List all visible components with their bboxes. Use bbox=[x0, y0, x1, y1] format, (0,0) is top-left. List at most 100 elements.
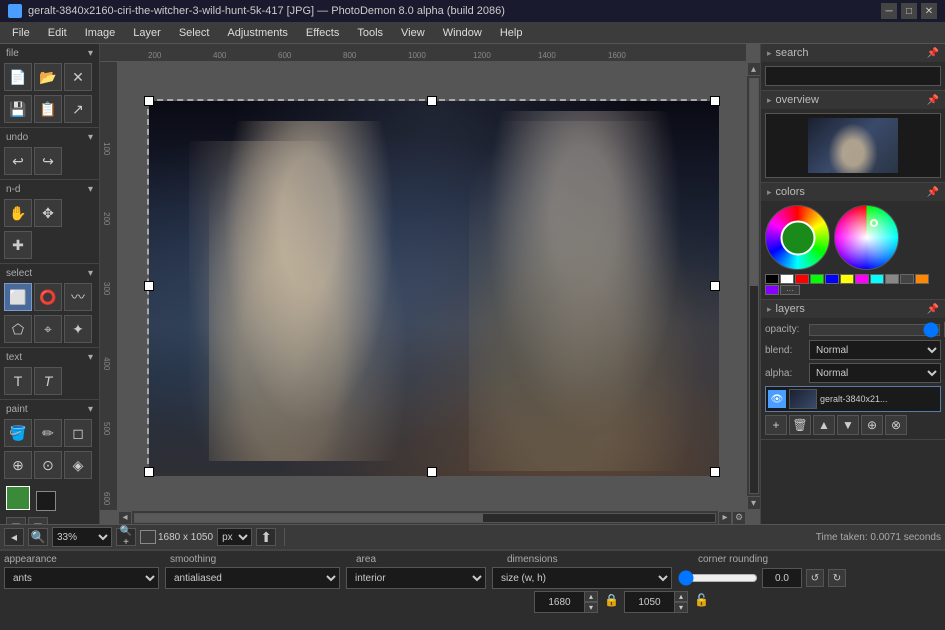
scroll-up-button[interactable]: ▴ bbox=[747, 62, 761, 76]
height-decrement-button[interactable]: ▾ bbox=[674, 602, 688, 613]
menu-window[interactable]: Window bbox=[435, 25, 490, 41]
swatch-green[interactable] bbox=[810, 274, 824, 284]
search-input[interactable] bbox=[765, 66, 941, 86]
text-button[interactable]: T bbox=[4, 367, 32, 395]
move-button[interactable]: ✥ bbox=[34, 199, 62, 227]
save-as-button[interactable]: 📋 bbox=[34, 95, 62, 123]
more-swatches-button[interactable]: ··· bbox=[780, 285, 800, 295]
corner-rounding-reset2-button[interactable]: ↻ bbox=[828, 569, 846, 587]
swatch-cyan[interactable] bbox=[870, 274, 884, 284]
rect-select-button[interactable]: ⬜ bbox=[4, 283, 32, 311]
new-file-button[interactable]: 📄 bbox=[4, 63, 32, 91]
polygon-select-button[interactable]: ⬠ bbox=[4, 315, 32, 343]
undo-button[interactable]: ↩ bbox=[4, 147, 32, 175]
width-input[interactable] bbox=[534, 591, 584, 613]
pencil-button[interactable]: ✏ bbox=[34, 419, 62, 447]
swatch-white[interactable] bbox=[780, 274, 794, 284]
magnetic-select-button[interactable]: ⌖ bbox=[34, 315, 62, 343]
scroll-right-button[interactable]: ▸ bbox=[718, 511, 732, 525]
handle-middle-left[interactable] bbox=[144, 281, 154, 291]
swatch-orange[interactable] bbox=[915, 274, 929, 284]
maximize-button[interactable]: □ bbox=[901, 3, 917, 19]
hue-indicator[interactable] bbox=[780, 220, 815, 255]
foreground-color[interactable] bbox=[6, 486, 30, 510]
menu-edit[interactable]: Edit bbox=[40, 25, 75, 41]
heal-button[interactable]: ⊕ bbox=[4, 451, 32, 479]
unit-select[interactable]: px % in bbox=[217, 528, 252, 546]
canvas-image[interactable] bbox=[149, 101, 719, 476]
horizontal-scrollbar[interactable]: ◂ ▸ ⚙ bbox=[118, 510, 746, 524]
height-input[interactable] bbox=[624, 591, 674, 613]
search-header[interactable]: ▸ search 📌 bbox=[761, 44, 945, 62]
close-button[interactable]: ✕ bbox=[921, 3, 937, 19]
dimensions-select[interactable]: size (w, h) position (x, y) aspect ratio bbox=[492, 567, 672, 589]
appearance-select[interactable]: ants solid dashed bbox=[4, 567, 159, 589]
layer-item[interactable]: 👁 geralt-3840x21... bbox=[765, 386, 941, 412]
scroll-settings-button[interactable]: ⚙ bbox=[732, 511, 746, 525]
swatch-purple[interactable] bbox=[765, 285, 779, 295]
add-layer-button[interactable]: + bbox=[765, 415, 787, 435]
handle-bottom-right[interactable] bbox=[710, 467, 720, 477]
clone-button[interactable]: ⊙ bbox=[34, 451, 62, 479]
height-increment-button[interactable]: ▴ bbox=[674, 591, 688, 602]
handle-bottom-middle[interactable] bbox=[427, 467, 437, 477]
handle-middle-right[interactable] bbox=[710, 281, 720, 291]
move-layer-up-button[interactable]: ▲ bbox=[813, 415, 835, 435]
scroll-left-button[interactable]: ◂ bbox=[118, 511, 132, 525]
move-layer-down-button[interactable]: ▼ bbox=[837, 415, 859, 435]
menu-view[interactable]: View bbox=[393, 25, 433, 41]
menu-tools[interactable]: Tools bbox=[349, 25, 391, 41]
eyedropper-button[interactable]: ✚ bbox=[4, 231, 32, 259]
zoom-in-button[interactable]: 🔍+ bbox=[116, 528, 136, 546]
area-select[interactable]: interior exterior border bbox=[346, 567, 486, 589]
gradient-button[interactable]: ▦ bbox=[6, 517, 26, 524]
zoom-select[interactable]: 33% 50% 100% 200% bbox=[52, 527, 112, 547]
layer-visibility-button[interactable]: 👁 bbox=[768, 390, 786, 408]
menu-adjustments[interactable]: Adjustments bbox=[219, 25, 296, 41]
hue-wheel[interactable] bbox=[765, 205, 830, 270]
handle-top-right[interactable] bbox=[710, 96, 720, 106]
scroll-thumb-h[interactable] bbox=[135, 514, 483, 522]
menu-layer[interactable]: Layer bbox=[125, 25, 169, 41]
swatch-blue[interactable] bbox=[825, 274, 839, 284]
scroll-thumb-v[interactable] bbox=[750, 79, 758, 286]
export-button[interactable]: ↗ bbox=[64, 95, 92, 123]
corner-rounding-value[interactable] bbox=[762, 568, 802, 588]
menu-image[interactable]: Image bbox=[77, 25, 124, 41]
flatten-button[interactable]: ⊗ bbox=[885, 415, 907, 435]
zoom-out-button[interactable]: 🔍 bbox=[28, 528, 48, 546]
width-increment-button[interactable]: ▴ bbox=[584, 591, 598, 602]
close-file-button[interactable]: ✕ bbox=[64, 63, 92, 91]
swatch-magenta[interactable] bbox=[855, 274, 869, 284]
handle-top-left[interactable] bbox=[144, 96, 154, 106]
pan-button[interactable]: ✋ bbox=[4, 199, 32, 227]
alpha-select[interactable]: Normal Inherit Multiply bbox=[809, 363, 941, 383]
swatch-dark-gray[interactable] bbox=[900, 274, 914, 284]
layers-pin-icon[interactable]: 📌 bbox=[927, 304, 939, 315]
background-color[interactable] bbox=[36, 491, 56, 511]
vertical-scrollbar[interactable]: ▴ ▾ bbox=[746, 62, 760, 510]
toolbar-section-navigate-header[interactable]: n-d ▾ bbox=[2, 182, 97, 197]
saturation-wheel[interactable] bbox=[834, 205, 899, 270]
corner-rounding-reset-button[interactable]: ↺ bbox=[806, 569, 824, 587]
overview-pin-icon[interactable]: 📌 bbox=[927, 95, 939, 106]
delete-layer-button[interactable]: 🗑 bbox=[789, 415, 811, 435]
toolbar-section-select-header[interactable]: select ▾ bbox=[2, 266, 97, 281]
menu-file[interactable]: File bbox=[4, 25, 38, 41]
redo-button[interactable]: ↪ bbox=[34, 147, 62, 175]
cursor-tool-icon[interactable]: ⬆ bbox=[256, 528, 276, 546]
lasso-button[interactable]: 〰 bbox=[64, 283, 92, 311]
smoothing-select[interactable]: antialiased none pixelated bbox=[165, 567, 340, 589]
layers-header[interactable]: ▸ layers 📌 bbox=[761, 300, 945, 318]
swatch-yellow[interactable] bbox=[840, 274, 854, 284]
opacity-slider[interactable] bbox=[809, 324, 940, 336]
saturation-indicator[interactable] bbox=[870, 219, 878, 227]
eraser-button[interactable]: ◻ bbox=[64, 419, 92, 447]
merge-layers-button[interactable]: ⊕ bbox=[861, 415, 883, 435]
open-file-button[interactable]: 📂 bbox=[34, 63, 62, 91]
menu-select[interactable]: Select bbox=[171, 25, 218, 41]
lock-aspect-icon[interactable]: 🔒 bbox=[604, 593, 618, 611]
swatch-gray[interactable] bbox=[885, 274, 899, 284]
handle-top-middle[interactable] bbox=[427, 96, 437, 106]
menu-help[interactable]: Help bbox=[492, 25, 531, 41]
